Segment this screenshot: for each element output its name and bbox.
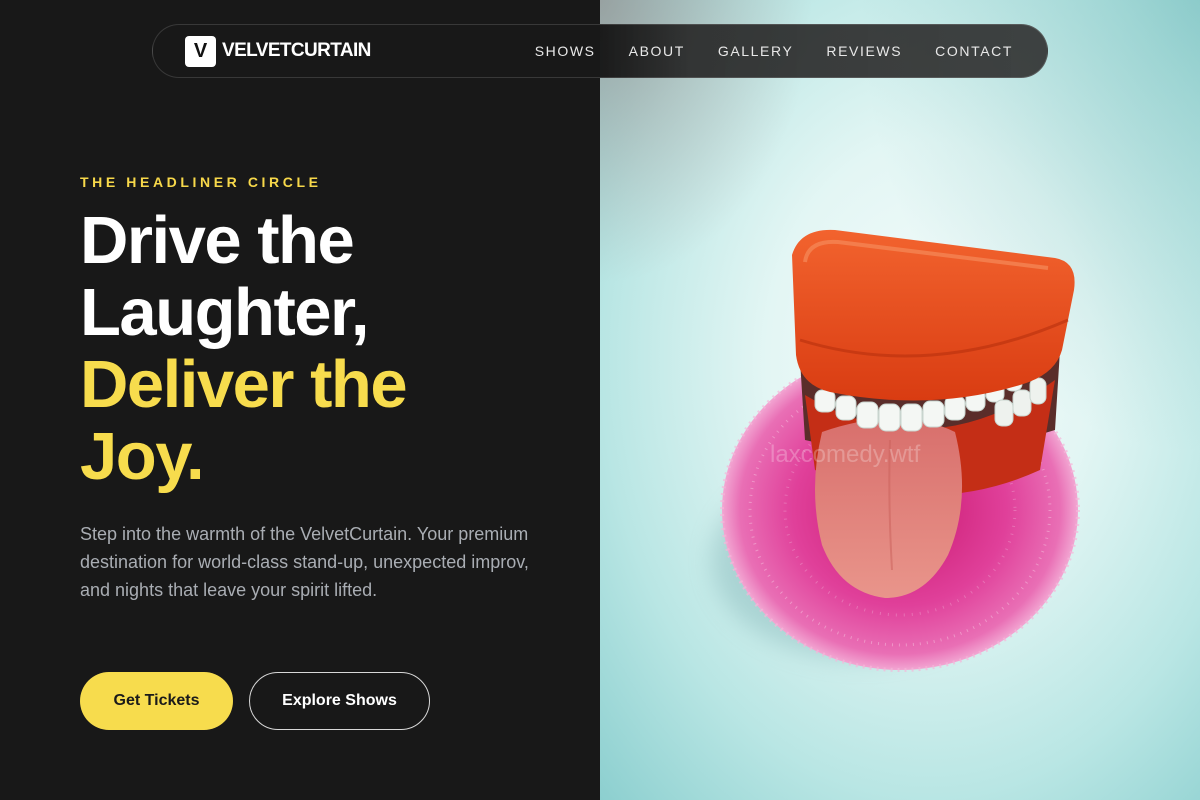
nav-link-about[interactable]: ABOUT <box>629 43 685 59</box>
nav-link-shows[interactable]: SHOWS <box>535 43 596 59</box>
headline-line-3: Deliver the <box>80 347 408 422</box>
headline-line-2: Laughter, <box>80 275 370 350</box>
nav-link-contact[interactable]: CONTACT <box>935 43 1013 59</box>
nav-link-gallery[interactable]: GALLERY <box>718 43 794 59</box>
hero-description: Step into the warmth of the VelvetCurtai… <box>80 524 529 600</box>
nav-links: SHOWS ABOUT GALLERY REVIEWS CONTACT <box>535 43 1013 59</box>
chattering-teeth-illustration: laxcomedy.wtf <box>712 229 1080 672</box>
get-tickets-button[interactable]: Get Tickets <box>80 672 233 730</box>
headline-line-1: Drive the <box>80 203 355 278</box>
explore-shows-button[interactable]: Explore Shows <box>249 672 430 730</box>
image-watermark: laxcomedy.wtf <box>770 441 921 468</box>
hero-headline: Drive the Laughter, Deliver the Joy. <box>80 205 600 493</box>
brand-logo[interactable]: V VELVETCURTAIN <box>185 35 371 67</box>
nav-link-reviews[interactable]: REVIEWS <box>826 43 902 59</box>
brand-mark-icon: V <box>185 35 216 67</box>
hero-image: laxcomedy.wtf <box>600 0 1200 800</box>
brand-name: VELVETCURTAIN <box>222 40 371 61</box>
top-navbar: V VELVETCURTAIN SHOWS ABOUT GALLERY REVI… <box>152 24 1048 78</box>
headline-line-4: Joy. <box>80 419 205 494</box>
hero-eyebrow: THE HEADLINER CIRCLE <box>80 174 322 190</box>
